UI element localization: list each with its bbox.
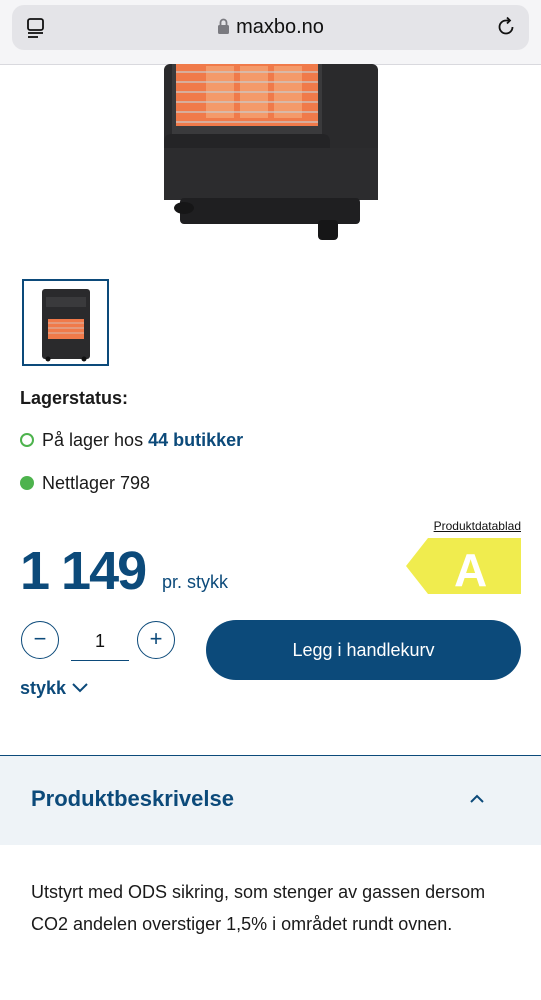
store-stock-status-icon: [20, 433, 34, 447]
description-title: Produktbeskrivelse: [31, 786, 234, 811]
address-bar[interactable]: maxbo.no: [12, 5, 529, 50]
energy-class-label[interactable]: A: [406, 538, 521, 599]
add-to-cart-button[interactable]: Legg i handlekurv: [206, 620, 521, 680]
online-stock-status-icon: [20, 476, 34, 490]
store-stock-text: På lager hos: [42, 430, 149, 450]
url-display[interactable]: maxbo.no: [12, 5, 529, 50]
product-price: 1 149: [20, 541, 147, 601]
datasheet-link[interactable]: Produktdatablad: [434, 519, 521, 533]
decrease-quantity-button[interactable]: −: [21, 621, 59, 659]
product-image[interactable]: [160, 64, 382, 244]
increase-quantity-button[interactable]: +: [137, 621, 175, 659]
browser-toolbar: maxbo.no: [0, 0, 541, 65]
plus-icon: +: [149, 626, 163, 651]
price-unit: pr. stykk: [162, 572, 229, 592]
minus-icon: −: [33, 626, 47, 651]
unit-select[interactable]: stykk: [20, 678, 88, 699]
online-stock-text: Nettlager 798: [42, 473, 151, 493]
product-thumbnail[interactable]: [22, 279, 109, 366]
store-stock-row: På lager hos 44 butikker: [20, 430, 243, 451]
url-text: maxbo.no: [236, 16, 324, 38]
lock-icon: [217, 7, 230, 52]
quantity-input[interactable]: [71, 622, 129, 661]
stores-link[interactable]: 44 butikker: [148, 430, 243, 450]
chevron-down-icon: [72, 683, 88, 693]
energy-class-letter: A: [454, 544, 487, 594]
reload-icon[interactable]: [495, 16, 517, 43]
description-text: Utstyrt med ODS sikring, som stenger av …: [31, 882, 486, 934]
stock-title: Lagerstatus:: [20, 388, 129, 408]
chevron-up-icon: [470, 794, 484, 803]
unit-select-label: stykk: [20, 678, 67, 698]
description-accordion-header[interactable]: Produktbeskrivelse: [0, 756, 541, 845]
online-stock-row: Nettlager 798: [20, 473, 150, 494]
